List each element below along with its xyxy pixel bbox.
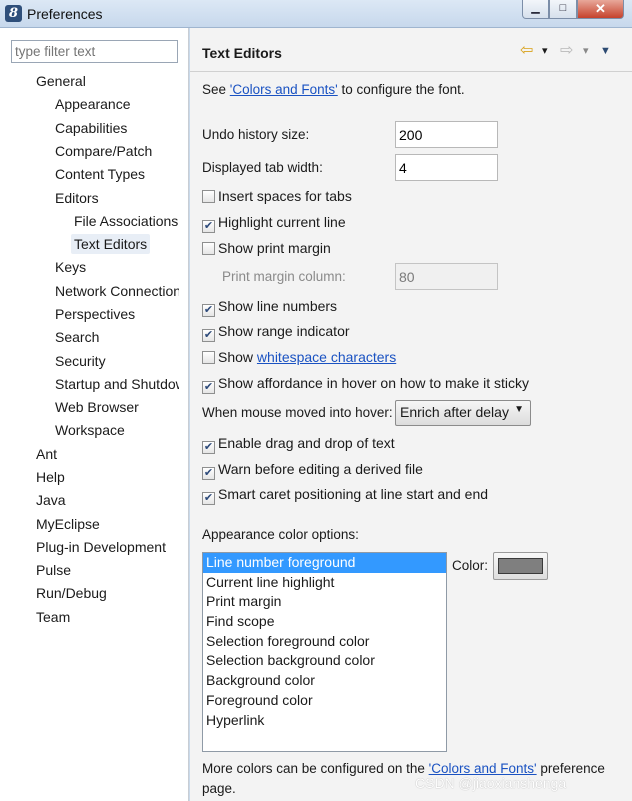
undo-history-input[interactable] — [395, 121, 498, 148]
tree-item-security[interactable]: Security — [55, 351, 106, 371]
checkbox-box[interactable]: ✔ — [202, 220, 215, 233]
tree-item-pulse[interactable]: Pulse — [36, 560, 71, 580]
checkbox-box[interactable] — [202, 190, 215, 203]
tree-item-general[interactable]: General — [36, 71, 86, 91]
tree-item-workspace[interactable]: Workspace — [55, 420, 125, 440]
footer-colors-note-line2: page. — [202, 781, 236, 796]
hover-mode-label: When mouse moved into hover: — [202, 405, 393, 420]
tree-item-network-connections[interactable]: Network Connections — [55, 281, 179, 301]
color-options-list[interactable]: Line number foreground Current line high… — [202, 552, 447, 752]
page-header: Text Editors ⇦ ▾ ⇨ ▾ ▼ — [190, 28, 632, 72]
color-swatch — [498, 558, 543, 574]
title-bar: 8 Preferences ▁ □ ✕ — [0, 0, 632, 28]
view-menu-icon[interactable]: ▼ — [600, 43, 611, 59]
tree-item-keys[interactable]: Keys — [55, 257, 86, 277]
checkbox-box[interactable]: ✔ — [202, 492, 215, 505]
list-item[interactable]: Background color — [203, 671, 446, 691]
show-print-margin-checkbox[interactable]: Show print margin — [202, 239, 331, 257]
app-icon: 8 — [5, 5, 22, 22]
checkbox-box[interactable]: ✔ — [202, 329, 215, 342]
tree-item-team[interactable]: Team — [36, 607, 70, 627]
color-label: Color: — [452, 558, 489, 573]
back-dropdown-icon[interactable]: ▾ — [542, 43, 548, 59]
print-margin-column-input — [395, 263, 498, 290]
checkbox-box[interactable]: ✔ — [202, 304, 215, 317]
checkbox-box[interactable] — [202, 351, 215, 364]
tab-width-input[interactable] — [395, 154, 498, 181]
tree-item-content-types[interactable]: Content Types — [55, 164, 145, 184]
tree-item-ant[interactable]: Ant — [36, 444, 57, 464]
checkbox-box[interactable] — [202, 242, 215, 255]
list-item[interactable]: Line number foreground — [203, 553, 446, 573]
tree-item-search[interactable]: Search — [55, 327, 99, 347]
list-item[interactable]: Foreground color — [203, 691, 446, 711]
colors-and-fonts-link[interactable]: 'Colors and Fonts' — [230, 82, 338, 97]
tree-item-text-editors[interactable]: Text Editors — [71, 234, 151, 254]
footer-colors-and-fonts-link[interactable]: 'Colors and Fonts' — [429, 761, 537, 776]
tree-item-compare-patch[interactable]: Compare/Patch — [55, 141, 152, 161]
tree-item-capabilities[interactable]: Capabilities — [55, 118, 127, 138]
hover-mode-select[interactable]: Enrich after delay ▼ — [395, 400, 531, 426]
list-item[interactable]: Hyperlink — [203, 711, 446, 731]
tree-item-run-debug[interactable]: Run/Debug — [36, 583, 107, 603]
insert-spaces-checkbox[interactable]: Insert spaces for tabs — [202, 187, 352, 205]
smart-caret-checkbox[interactable]: ✔ Smart caret positioning at line start a… — [202, 485, 488, 505]
list-item[interactable]: Selection foreground color — [203, 632, 446, 652]
close-button[interactable]: ✕ — [577, 0, 624, 19]
tree-item-myeclipse[interactable]: MyEclipse — [36, 514, 100, 534]
footer-colors-note: More colors can be configured on the 'Co… — [202, 761, 605, 776]
color-picker-button[interactable] — [493, 552, 548, 580]
window-title: Preferences — [27, 6, 103, 22]
highlight-line-checkbox[interactable]: ✔ Highlight current line — [202, 213, 346, 233]
show-line-numbers-checkbox[interactable]: ✔ Show line numbers — [202, 297, 337, 317]
forward-dropdown-icon[interactable]: ▾ — [583, 43, 589, 59]
list-item[interactable]: Find scope — [203, 612, 446, 632]
colors-fonts-intro: See 'Colors and Fonts' to configure the … — [202, 82, 465, 97]
tree-item-web-browser[interactable]: Web Browser — [55, 397, 139, 417]
list-item[interactable]: Selection background color — [203, 651, 446, 671]
watermark: CSDN @jiaoxianshenga — [415, 775, 567, 791]
checkbox-box[interactable]: ✔ — [202, 467, 215, 480]
undo-history-label: Undo history size: — [202, 127, 310, 142]
text-editors-page: Text Editors ⇦ ▾ ⇨ ▾ ▼ See 'Colors and F… — [190, 28, 632, 801]
appearance-color-options-label: Appearance color options: — [202, 527, 359, 542]
filter-input[interactable] — [11, 40, 178, 63]
preferences-tree-pane: General Appearance Capabilities Compare/… — [0, 28, 189, 801]
show-whitespace-checkbox[interactable]: Show whitespace characters — [202, 348, 396, 366]
chevron-down-icon: ▼ — [514, 404, 524, 415]
checkbox-box[interactable]: ✔ — [202, 441, 215, 454]
show-range-indicator-checkbox[interactable]: ✔ Show range indicator — [202, 322, 350, 342]
tree-item-file-associations[interactable]: File Associations — [74, 211, 178, 231]
checkbox-box[interactable]: ✔ — [202, 381, 215, 394]
tree-item-appearance[interactable]: Appearance — [55, 94, 131, 114]
tree-item-help[interactable]: Help — [36, 467, 65, 487]
whitespace-characters-link[interactable]: whitespace characters — [257, 349, 396, 365]
minimize-button[interactable]: ▁ — [522, 0, 549, 19]
page-title: Text Editors — [202, 45, 282, 61]
tree-item-java[interactable]: Java — [36, 490, 66, 510]
drag-drop-checkbox[interactable]: ✔ Enable drag and drop of text — [202, 434, 395, 454]
warn-derived-checkbox[interactable]: ✔ Warn before editing a derived file — [202, 460, 423, 480]
forward-arrow-icon[interactable]: ⇨ — [560, 43, 573, 59]
tree-item-plugin-development[interactable]: Plug-in Development — [36, 537, 166, 557]
hover-affordance-checkbox[interactable]: ✔ Show affordance in hover on how to make… — [202, 374, 529, 394]
list-item[interactable]: Current line highlight — [203, 573, 446, 593]
back-arrow-icon[interactable]: ⇦ — [520, 43, 533, 59]
tree-item-startup-shutdown[interactable]: Startup and Shutdown — [55, 374, 179, 394]
tree-item-perspectives[interactable]: Perspectives — [55, 304, 135, 324]
maximize-button[interactable]: □ — [549, 0, 577, 19]
print-margin-column-label: Print margin column: — [222, 269, 346, 284]
tree-item-editors[interactable]: Editors — [55, 188, 99, 208]
list-item[interactable]: Print margin — [203, 592, 446, 612]
tab-width-label: Displayed tab width: — [202, 160, 323, 175]
